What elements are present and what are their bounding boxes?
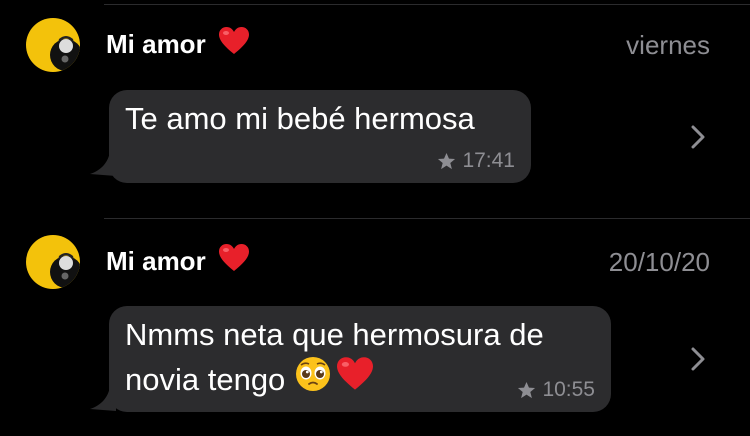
- avatar[interactable]: [26, 18, 80, 72]
- star-icon: [517, 381, 536, 400]
- message-time: 10:55: [542, 378, 595, 401]
- red-heart-icon: [218, 26, 250, 63]
- sender-name: Mi amor: [106, 243, 250, 280]
- starred-message-row[interactable]: Mi amor viernes Te amo mi bebé hermosa 1…: [0, 0, 750, 218]
- message-date: viernes: [626, 30, 710, 60]
- message-text: Te amo mi bebé hermosa: [125, 101, 475, 136]
- message-meta: 10:55: [517, 378, 595, 402]
- avatar[interactable]: [26, 235, 80, 289]
- message-text-line-2: novia tengo: [125, 356, 544, 403]
- chevron-right-icon[interactable]: [690, 346, 706, 372]
- message-text: Nmms neta que hermosura de novia tengo: [125, 314, 544, 403]
- sender-label: Mi amor: [106, 246, 206, 276]
- message-date: 20/10/20: [608, 247, 710, 277]
- starred-message-row[interactable]: Mi amor 20/10/20 Nmms neta que hermosura…: [0, 219, 750, 436]
- sender-label: Mi amor: [106, 29, 206, 59]
- message-meta: 17:41: [437, 149, 515, 173]
- red-heart-icon: [335, 356, 375, 403]
- sender-name: Mi amor: [106, 26, 250, 63]
- star-icon: [437, 152, 456, 171]
- red-heart-icon: [218, 243, 250, 280]
- message-text-line: Nmms neta que hermosura de: [125, 317, 544, 352]
- pleading-face-icon: [295, 356, 331, 403]
- message-text-line-content: novia tengo: [125, 361, 286, 397]
- chevron-right-icon[interactable]: [690, 124, 706, 150]
- message-bubble[interactable]: Nmms neta que hermosura de novia tengo 1…: [109, 306, 611, 412]
- message-time: 17:41: [462, 149, 515, 172]
- message-bubble[interactable]: Te amo mi bebé hermosa 17:41: [109, 90, 531, 183]
